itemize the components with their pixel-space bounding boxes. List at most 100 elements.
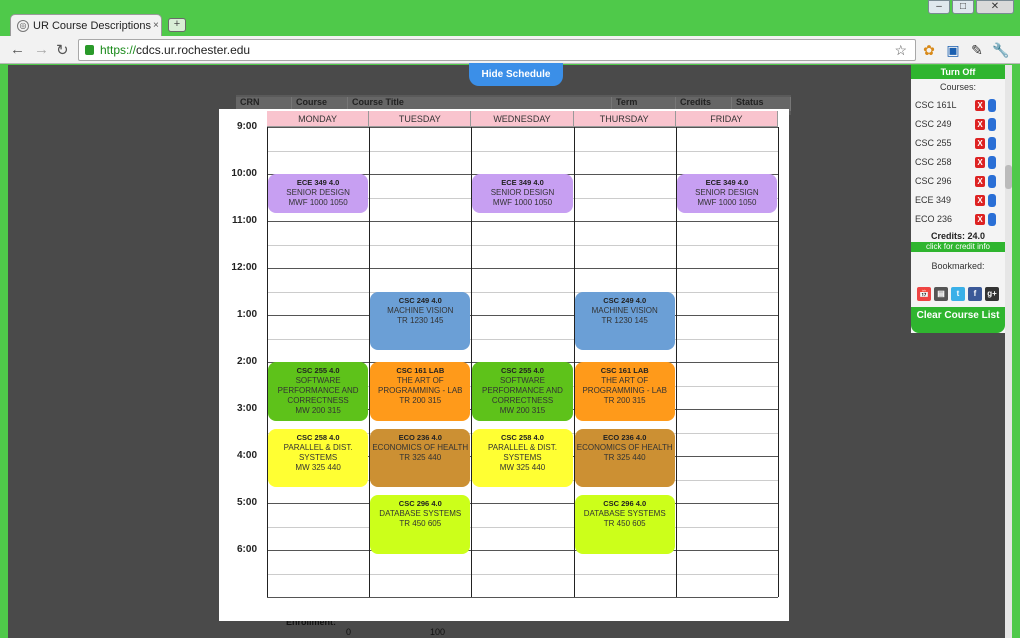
course-code: ECO 236 4.0 — [398, 432, 442, 442]
course-meeting-time: TR 325 440 — [399, 452, 442, 462]
day-header-friday: FRIDAY — [675, 111, 778, 127]
sidebar-course-name: ECE 349 — [915, 195, 952, 205]
course-meeting-time: MW 325 440 — [499, 462, 546, 472]
course-code: CSC 249 4.0 — [398, 295, 442, 305]
course-title: THE ART OF PROGRAMMING - LAB — [582, 376, 667, 395]
course-title: SENIOR DESIGN — [490, 188, 555, 197]
course-title: SENIOR DESIGN — [286, 188, 350, 197]
course-title: DATABASE SYSTEMS — [379, 509, 462, 518]
google-plus-icon[interactable]: g+ — [985, 287, 999, 301]
course-code: CSC 255 4.0 — [501, 366, 544, 375]
forward-arrow-icon[interactable]: → — [34, 41, 49, 58]
wrench-menu-icon[interactable]: 🔧 — [992, 41, 1010, 59]
browser-tab[interactable]: ◎ UR Course Descriptions / C × — [10, 14, 162, 36]
url-scheme: https:// — [100, 43, 137, 57]
remove-course-icon[interactable]: X — [975, 99, 985, 111]
course-code: CSC 249 4.0 — [603, 295, 647, 305]
course-info-icon[interactable] — [988, 98, 996, 112]
twitter-icon[interactable]: t — [951, 287, 965, 301]
course-block[interactable]: CSC 296 4.0 DATABASE SYSTEMS TR 450 605 — [574, 495, 675, 554]
course-block[interactable]: CSC 161 LAB THE ART OF PROGRAMMING - LAB T… — [370, 362, 471, 421]
sidebar-course-row: CSC 249 X — [915, 116, 1001, 132]
address-bar[interactable]: https:// cdcs.ur.rochester.edu ☆ — [78, 39, 916, 61]
back-arrow-icon[interactable]: ← — [10, 41, 25, 58]
turn-off-button[interactable]: Turn Off — [911, 65, 1005, 79]
close-window-button[interactable]: ✕ — [976, 0, 1014, 14]
course-code: ECE 349 4.0 — [705, 178, 749, 187]
close-tab-icon[interactable]: × — [153, 20, 159, 31]
course-info-icon[interactable] — [988, 155, 996, 169]
half-hour-gridline — [267, 244, 778, 246]
time-label: 4:00 — [236, 450, 257, 461]
course-info-icon[interactable] — [988, 174, 996, 188]
course-meeting-time: MWF 1000 1050 — [492, 198, 553, 207]
course-block[interactable]: CSC 255 4.0 SOFTWARE PERFORMANCE AND CORR… — [268, 362, 369, 421]
half-hour-gridline — [267, 291, 778, 293]
hour-gridline — [267, 268, 778, 269]
course-info-icon[interactable] — [988, 136, 996, 150]
course-meeting-time: TR 200 315 — [399, 396, 442, 405]
page-scrollbar[interactable] — [1005, 65, 1012, 638]
course-meeting-time: TR 450 605 — [399, 519, 442, 528]
day-header-monday: MONDAY — [267, 111, 370, 127]
remove-course-icon[interactable]: X — [975, 213, 985, 225]
course-block[interactable]: CSC 249 4.0 MACHINE VISION TR 1230 145 — [370, 291, 471, 351]
day-header-thursday: THURSDAY — [573, 111, 676, 127]
time-label: 9:00 — [236, 121, 257, 132]
new-tab-button[interactable]: + — [168, 18, 186, 32]
facebook-icon[interactable]: f — [968, 287, 982, 301]
remove-course-icon[interactable]: X — [975, 137, 985, 149]
half-hour-gridline — [267, 338, 778, 340]
course-block[interactable]: CSC 296 4.0 DATABASE SYSTEMS TR 450 605 — [370, 495, 471, 554]
bookmark-star-icon[interactable]: ☆ — [894, 42, 907, 59]
course-block[interactable]: ECE 349 4.0 SENIOR DESIGN MWF 1000 1050 — [268, 174, 369, 213]
course-code: ECE 349 4.0 — [501, 178, 544, 187]
course-block[interactable]: CSC 249 4.0 MACHINE VISION TR 1230 145 — [574, 291, 675, 351]
remove-course-icon[interactable]: X — [975, 175, 985, 187]
course-block[interactable]: ECO 236 4.0 ECONOMICS OF HEALTH TR 325 440 — [574, 428, 675, 488]
eyedropper-extension-icon[interactable]: ✎ — [968, 41, 986, 59]
hour-gridline — [267, 221, 778, 222]
course-code: ECO 236 4.0 — [603, 432, 647, 442]
credit-info-link[interactable]: click for credit info — [911, 242, 1005, 252]
course-meeting-time: TR 1230 145 — [397, 315, 444, 325]
course-info-icon[interactable] — [988, 117, 996, 131]
remove-course-icon[interactable]: X — [975, 156, 985, 168]
course-block[interactable]: CSC 258 4.0 PARALLEL & DIST. SYSTEMS MW 32… — [472, 428, 573, 488]
sidebar-course-name: CSC 296 — [915, 176, 952, 186]
time-label: 2:00 — [236, 356, 257, 367]
scrollbar-thumb[interactable] — [1005, 165, 1012, 189]
remove-course-icon[interactable]: X — [975, 118, 985, 130]
course-code: CSC 296 4.0 — [603, 499, 647, 508]
course-block[interactable]: ECO 236 4.0 ECONOMICS OF HEALTH TR 325 440 — [370, 428, 471, 488]
time-label: 3:00 — [236, 403, 257, 414]
minimize-button[interactable]: – — [928, 0, 950, 14]
hour-gridline — [267, 503, 778, 504]
course-title: PARALLEL & DIST. SYSTEMS — [283, 442, 353, 462]
time-label: 10:00 — [231, 168, 257, 179]
clear-course-list-button[interactable]: Clear Course List — [911, 307, 1005, 333]
course-title: DATABASE SYSTEMS — [583, 509, 666, 518]
course-block[interactable]: ECE 349 4.0 SENIOR DESIGN MWF 1000 1050 — [676, 174, 777, 213]
print-icon[interactable]: ▤ — [934, 287, 948, 301]
course-code: CSC 258 4.0 — [501, 432, 544, 442]
course-block[interactable]: CSC 161 LAB THE ART OF PROGRAMMING - LAB T… — [574, 362, 675, 421]
course-title: THE ART OF PROGRAMMING - LAB — [378, 376, 463, 395]
course-block[interactable]: CSC 255 4.0 SOFTWARE PERFORMANCE AND CORR… — [472, 362, 573, 421]
calendar-export-icon[interactable]: 📅 — [917, 287, 931, 301]
maximize-button[interactable]: □ — [952, 0, 974, 14]
sidebar-course-row: ECO 236 X — [915, 211, 1001, 227]
enrollment-value-0: 0 — [346, 627, 352, 637]
course-info-icon[interactable] — [988, 212, 996, 226]
course-block[interactable]: ECE 349 4.0 SENIOR DESIGN MWF 1000 1050 — [472, 174, 573, 213]
course-info-icon[interactable] — [988, 193, 996, 207]
remove-course-icon[interactable]: X — [975, 194, 985, 206]
reload-icon[interactable]: ↻ — [56, 41, 69, 59]
palette-extension-icon[interactable]: ✿ — [920, 41, 938, 59]
hide-schedule-button[interactable]: Hide Schedule — [469, 63, 563, 86]
course-code: CSC 161 LAB — [396, 366, 445, 375]
save-extension-icon[interactable]: ▣ — [944, 41, 962, 59]
course-block[interactable]: CSC 258 4.0 PARALLEL & DIST. SYSTEMS MW 32… — [268, 428, 369, 488]
time-label: 6:00 — [236, 544, 257, 555]
course-code: CSC 258 4.0 — [296, 432, 340, 442]
